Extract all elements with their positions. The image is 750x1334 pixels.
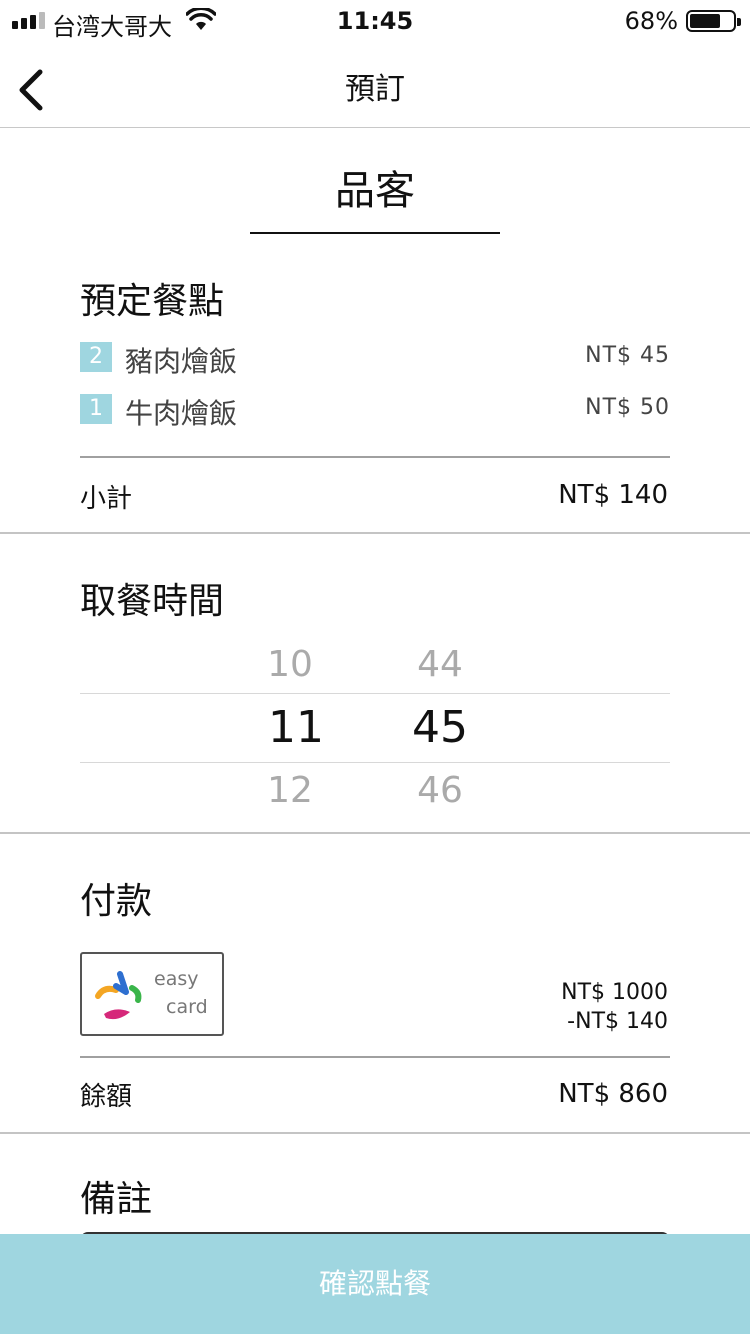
page-title: 預訂: [345, 72, 405, 107]
store-underline: [250, 232, 500, 234]
subtotal-label: 小計: [80, 484, 133, 514]
minute-option[interactable]: 44: [390, 644, 490, 685]
battery-icon: [686, 10, 741, 32]
item-price: NT$ 45: [585, 343, 670, 368]
item-name: 牛肉燴飯: [125, 397, 238, 430]
store-name: 品客: [335, 168, 415, 214]
payment-section-title: 付款: [80, 881, 153, 922]
nav-bar: 預訂: [0, 42, 750, 128]
picker-line-top: [80, 693, 670, 694]
quantity-badge: 2: [80, 342, 112, 372]
quantity-badge: 1: [80, 394, 112, 424]
charge-amount: -NT$ 140: [567, 1009, 668, 1034]
order-item: 1 牛肉燴飯 NT$ 50: [80, 392, 670, 430]
battery-percent: 68%: [624, 7, 678, 35]
easycard-text: easy: [154, 968, 199, 990]
remaining-label: 餘額: [80, 1082, 133, 1112]
subtotal-divider: [80, 456, 670, 458]
confirm-order-button[interactable]: 確認點餐: [0, 1234, 750, 1334]
minute-option[interactable]: 46: [390, 770, 490, 811]
subtotal-value: NT$ 140: [558, 480, 668, 510]
hour-option[interactable]: 10: [240, 644, 340, 685]
notes-section-title: 備註: [80, 1179, 153, 1220]
order-item: 2 豬肉燴飯 NT$ 45: [80, 340, 670, 378]
item-name: 豬肉燴飯: [125, 345, 238, 378]
pickup-section-title: 取餐時間: [80, 581, 225, 622]
order-section-title: 預定餐點: [80, 281, 225, 322]
easycard-logo[interactable]: easy card: [80, 952, 224, 1036]
card-balance: NT$ 1000: [561, 980, 668, 1005]
easycard-mark-icon: [95, 971, 142, 1020]
picker-line-bottom: [80, 762, 670, 763]
remaining-value: NT$ 860: [558, 1079, 668, 1109]
remaining-divider: [80, 1056, 670, 1058]
hour-selected[interactable]: 11: [246, 702, 346, 753]
minute-selected[interactable]: 45: [390, 702, 490, 753]
item-price: NT$ 50: [585, 395, 670, 420]
status-bar: 台湾大哥大 11:45 68%: [0, 0, 750, 42]
easycard-text: card: [166, 996, 208, 1018]
section-divider: [0, 1132, 750, 1134]
section-divider: [0, 532, 750, 534]
section-divider: [0, 832, 750, 834]
hour-option[interactable]: 12: [240, 770, 340, 811]
